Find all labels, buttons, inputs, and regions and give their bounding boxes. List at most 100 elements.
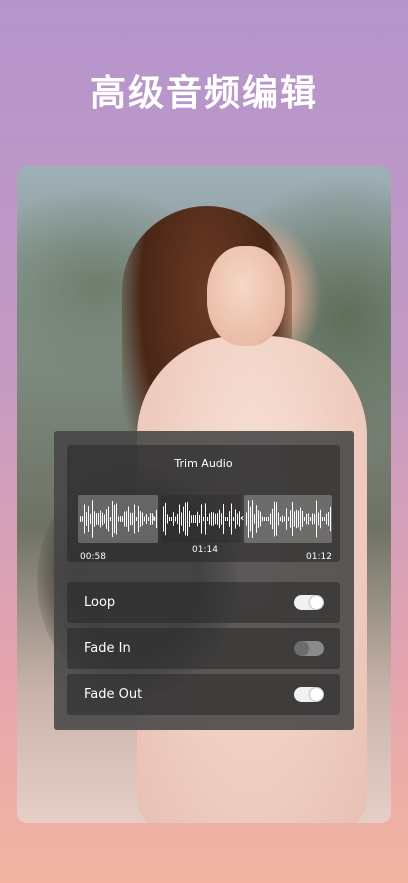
waveform-bar <box>163 506 164 532</box>
waveform-bar <box>286 508 287 530</box>
waveform-bar <box>114 504 115 534</box>
waveform-bar <box>213 512 214 526</box>
waveform-bar <box>231 503 232 535</box>
waveform-bar <box>140 511 141 527</box>
waveform-bars <box>163 501 240 537</box>
waveform-bar <box>260 511 261 527</box>
waveform-bar <box>318 512 319 526</box>
waveform-bar <box>134 504 135 534</box>
waveform-bar <box>175 516 176 522</box>
waveform-bar <box>96 513 97 525</box>
waveform-bar <box>100 510 101 528</box>
waveform-bar <box>130 512 131 526</box>
waveform-bar <box>330 506 331 532</box>
waveform-bar <box>94 511 95 527</box>
waveform-bar <box>191 515 192 523</box>
waveform-bar <box>233 517 234 521</box>
waveform-bar <box>304 517 305 521</box>
trim-end-time: 01:12 <box>306 552 332 562</box>
loop-label: Loop <box>84 595 116 610</box>
waveform-bar <box>142 512 143 526</box>
trim-start-time: 00:58 <box>80 552 106 562</box>
waveform-bar <box>215 513 216 525</box>
waveform-bar <box>270 513 271 525</box>
waveform-bar <box>181 512 182 526</box>
waveform-bar <box>195 515 196 523</box>
waveform-bar <box>298 510 299 528</box>
waveform-bar <box>124 511 125 527</box>
waveform-bar <box>225 517 226 521</box>
waveform-bar <box>205 503 206 535</box>
fade-in-toggle-knob <box>295 642 308 655</box>
waveform-bar <box>235 509 236 529</box>
waveform-bar <box>189 510 190 528</box>
waveform-bar <box>274 501 275 537</box>
waveform-bar <box>296 509 297 529</box>
waveform-bar <box>262 516 263 522</box>
loop-toggle[interactable] <box>294 595 324 610</box>
waveform-bar <box>104 514 105 524</box>
waveform-bar <box>221 513 222 525</box>
waveform-bar <box>171 516 172 522</box>
waveform-bar <box>308 513 309 525</box>
waveform-bar <box>209 513 210 525</box>
audio-edit-panel: Trim Audio › ‹ 00:58 01:14 01:12 Loop Fa… <box>54 431 354 730</box>
waveform-bar <box>169 517 170 521</box>
waveform-track[interactable]: › ‹ <box>78 495 332 543</box>
waveform-bar <box>126 511 127 527</box>
waveform-bar <box>211 512 212 526</box>
waveform-bar <box>84 504 85 534</box>
waveform-bar <box>227 517 228 521</box>
waveform-bar <box>294 511 295 527</box>
waveform-bar <box>118 516 119 522</box>
waveform-bar <box>272 508 273 530</box>
waveform-bar <box>237 513 238 525</box>
waveform-bar <box>165 502 166 536</box>
waveform-bar <box>256 505 257 533</box>
waveform-bar <box>167 514 168 524</box>
waveform-bar <box>282 515 283 523</box>
waveform-bar <box>310 517 311 521</box>
waveform-bar <box>197 511 198 527</box>
waveform-bar <box>92 500 93 538</box>
waveform-bar <box>288 517 289 521</box>
waveform-bar <box>290 510 291 528</box>
waveform-left-segment <box>78 495 158 543</box>
waveform-bar <box>193 515 194 523</box>
waveform-bar <box>264 517 265 521</box>
waveform-bar <box>292 501 293 537</box>
fade-out-toggle-knob <box>310 688 323 701</box>
waveform-bar <box>88 506 89 532</box>
waveform-bar <box>120 516 121 522</box>
waveform-bar <box>268 516 269 522</box>
waveform-bar <box>324 517 325 521</box>
option-row-fade-out: Fade Out <box>67 674 340 715</box>
waveform-bar <box>278 512 279 526</box>
waveform-bars <box>80 500 157 538</box>
fade-in-toggle[interactable] <box>294 641 324 656</box>
trim-end-handle-icon[interactable]: ‹ <box>240 513 244 524</box>
trim-audio-card: Trim Audio › ‹ 00:58 01:14 01:12 <box>67 445 340 562</box>
fade-out-toggle[interactable] <box>294 687 324 702</box>
waveform-bar <box>266 517 267 521</box>
waveform-bar <box>112 501 113 537</box>
waveform-bar <box>252 500 253 538</box>
waveform-bar <box>177 513 178 525</box>
waveform-bar <box>98 513 99 525</box>
waveform-bar <box>217 513 218 525</box>
waveform-bar <box>326 513 327 525</box>
option-row-loop: Loop <box>67 582 340 623</box>
option-row-fade-in: Fade In <box>67 628 340 669</box>
waveform-bar <box>187 501 188 537</box>
waveform-bar <box>223 503 224 535</box>
waveform-bar <box>246 512 247 526</box>
waveform-bar <box>302 510 303 528</box>
fade-in-label: Fade In <box>84 641 131 656</box>
waveform-bar <box>173 512 174 526</box>
waveform-selected-segment[interactable] <box>161 495 241 543</box>
trim-start-handle-icon[interactable]: › <box>152 513 156 524</box>
loop-toggle-knob <box>310 596 323 609</box>
photo-face <box>207 246 285 346</box>
waveform-bar <box>80 516 81 522</box>
waveform-bar <box>150 513 151 525</box>
